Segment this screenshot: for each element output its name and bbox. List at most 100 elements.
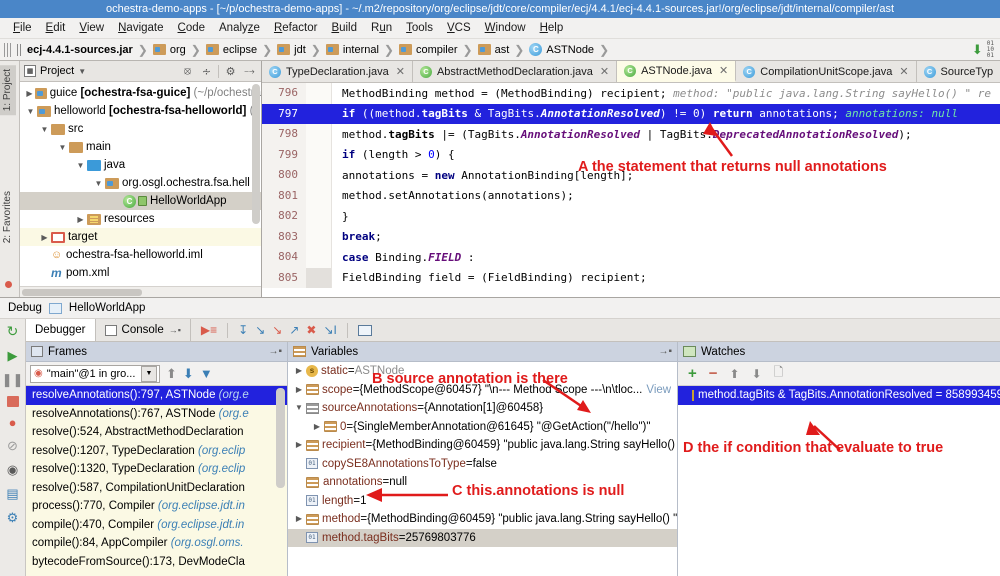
frame-item[interactable]: resolve():587, CompilationUnitDeclaratio…	[26, 479, 287, 498]
breadcrumb-item-compiler[interactable]: compiler	[397, 44, 460, 56]
move-down-icon[interactable]: ⬇	[752, 367, 762, 381]
code-line[interactable]: 805 FieldBinding field = (FieldBinding) …	[262, 268, 1000, 289]
code-line[interactable]: 804 case Binding.FIELD :	[262, 247, 1000, 268]
menu-analyze[interactable]: Analyze	[212, 20, 267, 36]
remove-watch-icon[interactable]: −	[709, 365, 718, 382]
menu-vcs[interactable]: VCS	[440, 20, 478, 36]
chevron-down-icon[interactable]: ▼	[38, 125, 51, 134]
gutter-marks[interactable]	[306, 186, 332, 207]
variable-row-selected[interactable]: 01 method.tagBits = 25769803776	[288, 529, 677, 548]
tool-tab-favorites[interactable]: 2: Favorites	[0, 187, 16, 247]
frames-list[interactable]: resolveAnnotations():797, ASTNode (org.e…	[26, 386, 287, 576]
collapse-all-icon[interactable]: ∻	[199, 64, 214, 79]
chevron-right-icon[interactable]: ▶	[24, 89, 35, 98]
tree-node-iml[interactable]: ☺ ochestra-fsa-helloworld.iml	[20, 246, 261, 264]
thread-selector[interactable]: ◉ "main"@1 in gro... ▼	[30, 365, 160, 383]
frame-item[interactable]: process():770, Compiler (org.eclipse.jdt…	[26, 497, 287, 516]
code-line[interactable]: 802 }	[262, 206, 1000, 227]
breadcrumb-item-astnode[interactable]: C ASTNode	[527, 43, 596, 56]
tree-node-java[interactable]: ▼ java	[20, 156, 261, 174]
chevron-down-icon[interactable]: ▼	[74, 161, 87, 170]
tree-node-src[interactable]: ▼ src	[20, 120, 261, 138]
code-line-current[interactable]: 797 if ((method.tagBits & TagBits.Annota…	[262, 104, 1000, 125]
filter-icon[interactable]: ▼	[200, 366, 213, 381]
close-icon[interactable]: ✕	[899, 65, 908, 78]
menu-tools[interactable]: Tools	[399, 20, 440, 36]
hide-icon[interactable]: ⤍	[242, 64, 257, 79]
frame-item[interactable]: compile():470, Compiler (org.eclipse.jdt…	[26, 516, 287, 535]
snapshot-icon[interactable]: ◉	[7, 462, 18, 478]
step-out-icon[interactable]: ↗	[289, 323, 299, 337]
menu-file[interactable]: File	[6, 20, 39, 36]
project-tree-horizontal-scrollbar[interactable]	[20, 286, 261, 297]
project-tree[interactable]: ▶ guice [ochestra-fsa-guice] (~/p/ochest…	[20, 82, 261, 286]
chevron-down-icon[interactable]: ▼	[292, 399, 306, 418]
chevron-down-icon[interactable]: ▼	[78, 67, 86, 76]
resume-icon[interactable]: ▶	[8, 348, 18, 364]
tool-tab-project[interactable]: 1: Project	[0, 65, 16, 115]
gutter-marks[interactable]	[306, 124, 332, 145]
frame-item[interactable]: resolve():524, AbstractMethodDeclaration	[26, 423, 287, 442]
gutter-marks[interactable]	[306, 247, 332, 268]
run-to-cursor-icon[interactable]: ↘I	[323, 323, 336, 337]
down-stack-icon[interactable]: ⬇	[183, 366, 194, 382]
debug-config-name[interactable]: HelloWorldApp	[69, 302, 146, 314]
watches-list[interactable]: method.tagBits & TagBits.AnnotationResol…	[678, 386, 1000, 576]
gutter-marks[interactable]	[306, 104, 332, 125]
project-tree-vertical-scrollbar[interactable]	[252, 84, 260, 224]
variable-row[interactable]: 01 copySE8AnnotationsToType = false	[288, 455, 677, 474]
evaluate-expression-icon[interactable]	[358, 325, 372, 336]
editor-tab-compilationunitscope[interactable]: C CompilationUnitScope.java ✕	[736, 61, 916, 82]
breadcrumb-item-org[interactable]: org	[151, 44, 188, 56]
step-over-icon[interactable]: ↧	[238, 323, 248, 337]
tree-node-guice[interactable]: ▶ guice [ochestra-fsa-guice] (~/p/ochest…	[20, 84, 261, 102]
gutter-marks[interactable]	[306, 268, 332, 289]
watch-item[interactable]: method.tagBits & TagBits.AnnotationResol…	[678, 386, 1000, 405]
frame-item[interactable]: bytecodeFromSource():173, DevModeCla	[26, 553, 287, 572]
rerun-icon[interactable]: ↻	[7, 323, 19, 340]
variable-row[interactable]: ▼ sourceAnnotations = {Annotation[1]@604…	[288, 399, 677, 418]
menu-build[interactable]: Build	[324, 20, 364, 36]
frame-item[interactable]: resolveAnnotations():797, ASTNode (org.e	[26, 386, 287, 405]
chevron-right-icon[interactable]: ▶	[310, 418, 324, 437]
menu-edit[interactable]: Edit	[39, 20, 73, 36]
duplicate-icon[interactable]: 🗋	[774, 363, 784, 384]
editor-tab-typedeclaration[interactable]: C TypeDeclaration.java ✕	[262, 61, 413, 82]
variable-row[interactable]: ▶ recipient = {MethodBinding@60459} "pub…	[288, 436, 677, 455]
move-up-icon[interactable]: ⬆	[730, 367, 740, 381]
force-step-into-icon[interactable]: ↘	[272, 323, 282, 337]
chevron-right-icon[interactable]: ▶	[292, 436, 306, 455]
variables-list[interactable]: ▶ s static = ASTNode ▶ scope =	[288, 362, 677, 576]
menu-code[interactable]: Code	[171, 20, 213, 36]
chevron-down-icon[interactable]: ▼	[141, 366, 157, 382]
code-line[interactable]: 796 MethodBinding method = (MethodBindin…	[262, 83, 1000, 104]
tree-node-main[interactable]: ▼ main	[20, 138, 261, 156]
stop-icon[interactable]	[7, 396, 19, 407]
variable-row[interactable]: ▶ method = {MethodBinding@60459} "public…	[288, 510, 677, 529]
editor-tab-sourcetype[interactable]: C SourceTyp	[917, 61, 1000, 82]
gutter-marks[interactable]	[306, 145, 332, 166]
show-execution-point-icon[interactable]: ▶≡	[201, 323, 217, 337]
settings-icon[interactable]: ⚙	[7, 510, 19, 526]
drop-frame-icon[interactable]: ✖	[306, 323, 316, 337]
minimize-icon[interactable]: →▪	[268, 346, 282, 357]
tab-console[interactable]: Console →▪	[96, 319, 191, 341]
editor-tab-abstractmethoddeclaration[interactable]: C AbstractMethodDeclaration.java ✕	[413, 61, 617, 82]
chevron-down-icon[interactable]: ▼	[92, 179, 105, 188]
breadcrumb-item-ast[interactable]: ast	[476, 44, 512, 56]
minimize-icon[interactable]: →▪	[658, 346, 672, 357]
project-pane-title-group[interactable]: ▦ Project ▼	[24, 65, 86, 77]
chevron-right-icon[interactable]: ▶	[74, 215, 87, 224]
frame-item[interactable]: resolveAnnotations():767, ASTNode (org.e	[26, 405, 287, 424]
gutter-marks[interactable]	[306, 206, 332, 227]
tree-node-pom[interactable]: m pom.xml	[20, 264, 261, 282]
variable-row[interactable]: ▶ 0 = {SingleMemberAnnotation@61645} "@G…	[288, 418, 677, 437]
layout-icon[interactable]: ▤	[6, 486, 18, 502]
chevron-right-icon[interactable]: ▶	[292, 510, 306, 529]
menu-window[interactable]: Window	[478, 20, 533, 36]
up-stack-icon[interactable]: ⬆	[166, 366, 177, 382]
frames-scrollbar[interactable]	[276, 388, 285, 488]
menu-help[interactable]: Help	[533, 20, 571, 36]
scrollbar-thumb[interactable]	[22, 289, 142, 296]
close-icon[interactable]: ✕	[396, 65, 405, 78]
